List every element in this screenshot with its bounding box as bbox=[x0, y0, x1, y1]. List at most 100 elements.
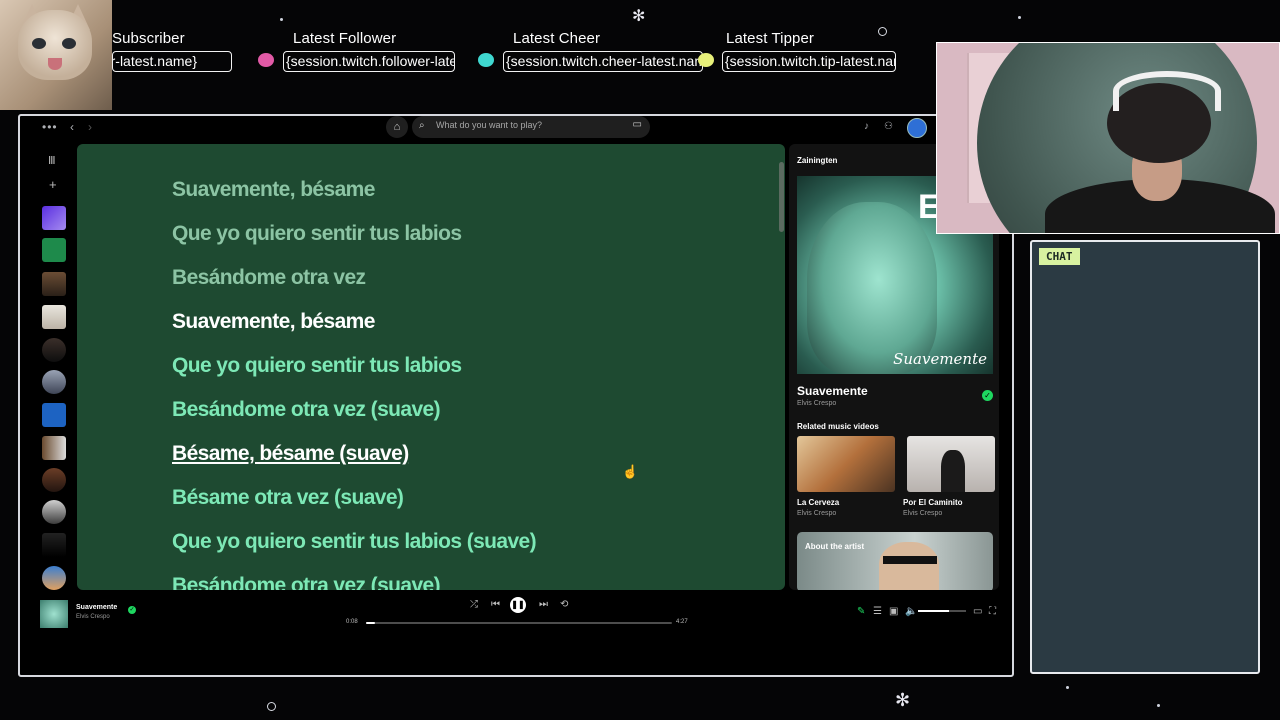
artist-thumb[interactable] bbox=[42, 370, 66, 394]
devices-icon[interactable]: ▣ bbox=[889, 606, 898, 617]
forward-icon[interactable]: › bbox=[88, 120, 92, 134]
lyric-line[interactable]: Besándome otra vez (suave) bbox=[172, 398, 441, 422]
mouse-cursor-icon: ☝ bbox=[622, 464, 639, 479]
video-title[interactable]: Por El Caminito bbox=[903, 498, 963, 507]
playlist-thumb[interactable] bbox=[42, 272, 66, 296]
search-placeholder: What do you want to play? bbox=[436, 120, 543, 130]
alert-value: {session.twitch.tip-latest.name} bbox=[725, 53, 895, 69]
track-title[interactable]: Suavemente bbox=[797, 384, 868, 398]
chat-label: CHAT bbox=[1039, 248, 1080, 265]
context-label[interactable]: Zainingten bbox=[797, 156, 837, 165]
cat-face bbox=[18, 10, 92, 80]
lyrics-view[interactable]: Suavemente, bésame Que yo quiero sentir … bbox=[77, 144, 785, 590]
video-thumb[interactable] bbox=[907, 436, 995, 492]
chat-panel[interactable]: CHAT bbox=[1030, 240, 1260, 674]
artist-thumb[interactable] bbox=[42, 468, 66, 492]
headset bbox=[1113, 71, 1221, 111]
player-track-title[interactable]: Suavemente bbox=[76, 604, 117, 611]
follower-alert: Latest Follower bbox=[293, 30, 396, 47]
player-track-artist[interactable]: Elvis Crespo bbox=[76, 614, 110, 620]
search-input[interactable]: ⌕ What do you want to play? ▭ bbox=[412, 116, 650, 138]
lyric-line[interactable]: Suavemente, bésame bbox=[172, 178, 375, 202]
duration-time: 4:27 bbox=[676, 619, 688, 625]
lyric-line[interactable]: Que yo quiero sentir tus labios (suave) bbox=[172, 530, 537, 554]
alert-title: Latest Cheer bbox=[513, 30, 601, 47]
related-videos-header: Related music videos bbox=[797, 422, 879, 431]
artist-thumb[interactable] bbox=[42, 500, 66, 524]
lyrics-scrollbar[interactable] bbox=[779, 162, 784, 232]
tipper-alert: Latest Tipper bbox=[726, 30, 814, 47]
next-icon[interactable]: ⏭ bbox=[539, 599, 548, 610]
plus-icon[interactable]: + bbox=[49, 177, 57, 192]
playlist-thumb[interactable] bbox=[42, 533, 66, 557]
volume-fill bbox=[918, 610, 950, 612]
miniplayer-icon[interactable]: ▭ bbox=[973, 606, 982, 617]
previous-icon[interactable]: ⏮ bbox=[491, 599, 500, 610]
repeat-icon[interactable]: ⟲ bbox=[560, 599, 568, 610]
lyric-line-hovered[interactable]: Bésame, bésame (suave) bbox=[172, 442, 409, 466]
star-dot bbox=[280, 18, 283, 21]
back-icon[interactable]: ‹ bbox=[70, 120, 74, 134]
subscriber-alert: Subscriber bbox=[112, 30, 185, 47]
cat-eye bbox=[32, 38, 46, 49]
shuffle-icon[interactable]: ⤮ bbox=[470, 599, 478, 610]
lyric-line[interactable]: Bésame otra vez (suave) bbox=[172, 486, 404, 510]
fullscreen-icon[interactable]: ⛶ bbox=[989, 606, 996, 617]
cover-script: Suavemente bbox=[893, 350, 987, 368]
alert-title: Latest Tipper bbox=[726, 30, 815, 47]
video-artist[interactable]: Elvis Crespo bbox=[903, 510, 942, 517]
cover-portrait bbox=[807, 202, 937, 374]
bell-icon[interactable]: ♪ bbox=[864, 121, 869, 132]
artist-thumb[interactable] bbox=[42, 566, 66, 590]
tipper-value: {session.twitch.tip-latest.name} bbox=[722, 51, 896, 72]
lyric-line[interactable]: Besándome otra vez bbox=[172, 266, 366, 290]
subscriber-value: {session.twitch.subscriber-latest.name} bbox=[112, 51, 232, 72]
alert-value: {session.twitch.follower-latest.name} bbox=[286, 53, 454, 69]
saved-check-icon[interactable]: ✓ bbox=[128, 606, 136, 614]
avatar[interactable] bbox=[907, 118, 927, 138]
video-thumb[interactable] bbox=[797, 436, 895, 492]
queue-icon[interactable]: ☰ bbox=[873, 606, 882, 617]
sparkle-icon: ✻ bbox=[632, 6, 646, 25]
playlist-thumb[interactable] bbox=[42, 436, 66, 460]
lyric-line[interactable]: Besándome otra vez (suave) bbox=[172, 574, 441, 590]
cat-eye bbox=[62, 38, 76, 49]
playlist-thumb[interactable] bbox=[42, 305, 66, 329]
lyrics-icon[interactable]: ✎ bbox=[857, 606, 865, 617]
saved-episodes-icon[interactable] bbox=[42, 238, 66, 262]
friends-icon[interactable]: ⚇ bbox=[884, 121, 893, 132]
saved-check-icon[interactable]: ✓ bbox=[982, 390, 993, 401]
artist-photo bbox=[879, 542, 939, 590]
sunglasses bbox=[883, 556, 937, 564]
pause-button[interactable]: ❚❚ bbox=[510, 597, 526, 613]
progress-fill bbox=[366, 622, 376, 624]
library-icon[interactable]: Ⅲ bbox=[48, 154, 56, 167]
video-artist[interactable]: Elvis Crespo bbox=[797, 510, 836, 517]
follower-value: {session.twitch.follower-latest.name} bbox=[283, 51, 455, 72]
browse-icon[interactable]: ▭ bbox=[633, 119, 642, 130]
track-artist[interactable]: Elvis Crespo bbox=[797, 400, 836, 407]
volume-slider[interactable] bbox=[918, 610, 966, 612]
artist-thumb[interactable] bbox=[42, 338, 66, 362]
progress-bar[interactable] bbox=[366, 622, 672, 624]
lyric-line-active[interactable]: Suavemente, bésame bbox=[172, 310, 375, 334]
playlist-thumb[interactable] bbox=[42, 403, 66, 427]
ring-decoration bbox=[267, 702, 276, 711]
sparkle-icon: ✻ bbox=[895, 690, 911, 711]
star-dot bbox=[1066, 686, 1069, 689]
more-options-icon[interactable]: ••• bbox=[42, 120, 58, 134]
lyric-line[interactable]: Que yo quiero sentir tus labios bbox=[172, 222, 462, 246]
lyric-line[interactable]: Que yo quiero sentir tus labios bbox=[172, 354, 462, 378]
diamond-gem-icon bbox=[478, 53, 494, 67]
liked-songs-icon[interactable] bbox=[42, 206, 66, 230]
coin-gem-icon bbox=[698, 53, 714, 67]
about-artist-card[interactable]: About the artist bbox=[797, 532, 993, 590]
heart-gem-icon bbox=[258, 53, 274, 67]
elapsed-time: 0:08 bbox=[346, 619, 358, 625]
home-icon: ⌂ bbox=[393, 121, 401, 133]
volume-icon[interactable]: 🔈 bbox=[905, 606, 917, 617]
video-title[interactable]: La Cerveza bbox=[797, 498, 839, 507]
home-button[interactable]: ⌂ bbox=[386, 116, 408, 138]
now-playing-thumb[interactable] bbox=[40, 600, 68, 628]
pause-icon: ❚❚ bbox=[511, 600, 525, 609]
